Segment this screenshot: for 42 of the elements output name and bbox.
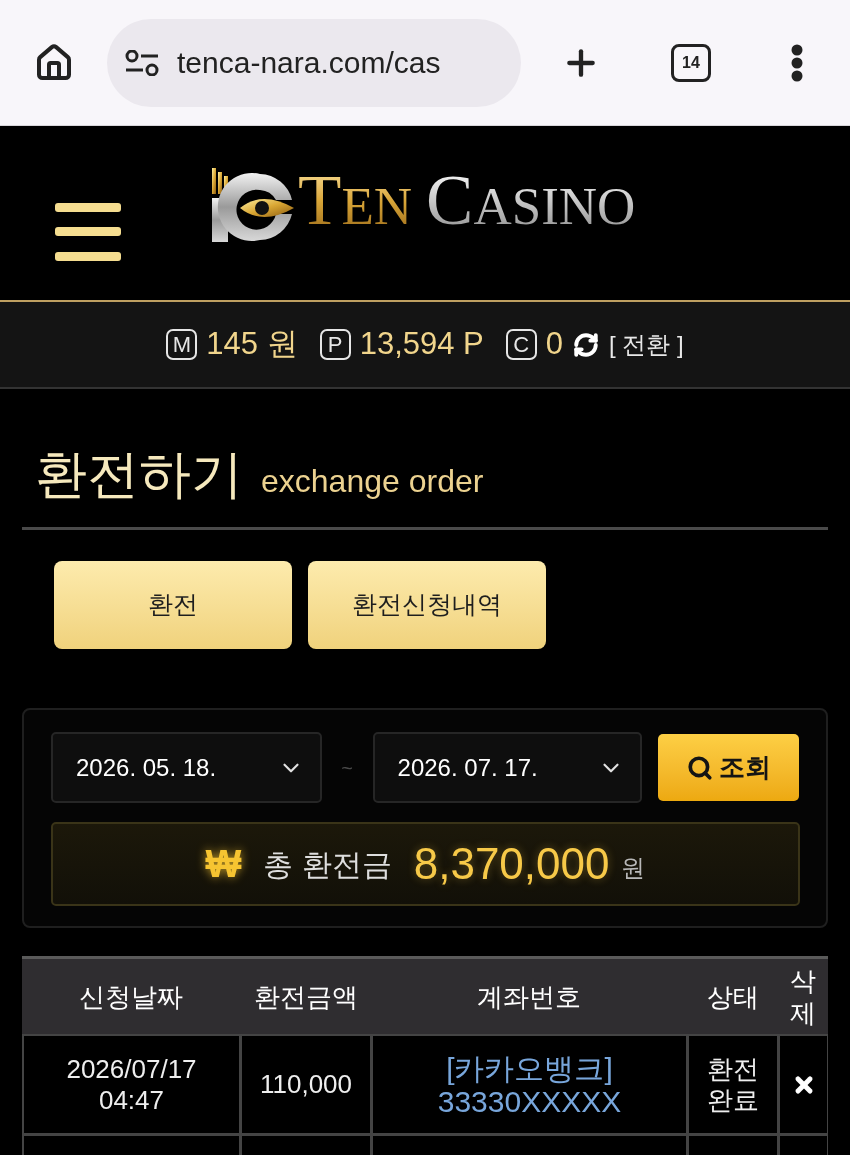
date-select[interactable]: 2026. 05. 18. — [51, 732, 322, 803]
url-text: tenca-nara.com/cas — [177, 45, 441, 81]
table-cell: 환전 완료 — [689, 1036, 777, 1133]
column-header: 계좌번호 — [477, 980, 581, 1013]
range-separator: ~ — [340, 755, 354, 781]
wallet-badge: P — [319, 329, 351, 360]
logo-emblem-icon — [210, 167, 296, 242]
address-bar[interactable]: tenca-nara.com/cas — [107, 18, 521, 107]
account-cell: [카카오뱅크] 33330XXXXX — [373, 1036, 686, 1133]
total-label: 총 환전금 — [263, 846, 392, 883]
menu-bar-line — [55, 202, 121, 212]
tab-button[interactable]: 환전 — [54, 561, 292, 649]
table-cell: 2026/07/17 04:47 — [24, 1036, 239, 1133]
column-header: 상태 — [706, 980, 759, 1013]
column-header: 환전금액 — [253, 980, 358, 1013]
column-header: 신청날짜 — [79, 980, 183, 1013]
site-settings-icon[interactable] — [125, 49, 159, 76]
search-icon — [686, 754, 713, 781]
wallet-badge: C — [505, 329, 537, 360]
won-symbol: ₩ — [205, 841, 242, 887]
menu-bar-line — [55, 251, 121, 261]
tab-button[interactable]: 환전신청내역 — [308, 561, 546, 649]
column-header: 삭제 — [789, 964, 817, 1029]
page-title: 환전하기 — [35, 444, 243, 505]
table-cell: 110,000 — [242, 1036, 370, 1133]
refresh-icon[interactable] — [573, 331, 599, 358]
menu-button[interactable] — [55, 202, 121, 261]
date-select[interactable]: 2026. 07. 17. — [372, 732, 643, 803]
home-button[interactable] — [34, 42, 74, 83]
menu-bar-line — [55, 227, 121, 236]
page-subtitle: exchange order — [261, 462, 484, 501]
balance-value: 145 원 — [206, 325, 298, 364]
wallet-badge: M — [166, 329, 198, 360]
tab-count-button[interactable]: 14 — [671, 43, 711, 82]
convert-link[interactable]: [ 전환 ] — [609, 326, 684, 363]
balance-value: 0 — [545, 325, 563, 364]
balance-value: 13,594 P — [359, 325, 484, 364]
total-unit: 원 — [621, 853, 646, 883]
search-button[interactable]: 조회 — [658, 734, 799, 801]
more-icon — [791, 43, 803, 82]
total-amount: 8,370,000 — [413, 838, 610, 890]
home-icon — [34, 42, 74, 83]
